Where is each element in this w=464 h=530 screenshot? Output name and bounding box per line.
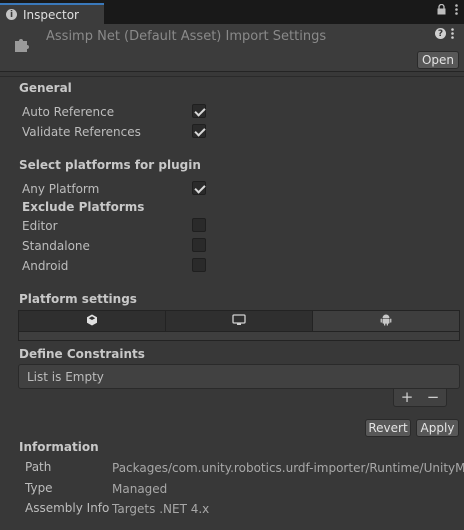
remove-constraint-button[interactable]: − [427,390,440,405]
validate-references-checkbox[interactable] [192,124,206,138]
unity-icon [86,314,98,329]
auto-reference-checkbox[interactable] [192,104,206,118]
exclude-editor-label: Editor [22,219,58,233]
monitor-icon [232,313,246,329]
list-empty-text: List is Empty [27,370,104,384]
platform-settings-title: Platform settings [19,292,137,306]
header-kebab-icon[interactable] [451,28,454,42]
inspector-header: Assimp Net (Default Asset) Import Settin… [0,24,464,72]
validate-references-label: Validate References [22,125,141,139]
tab-bar: i Inspector [0,0,464,24]
platform-tab-android[interactable] [313,311,459,331]
platform-tab-bar [18,310,460,332]
platform-tab-standalone[interactable] [166,311,313,331]
revert-button[interactable]: Revert [365,419,411,437]
tab-inspector[interactable]: i Inspector [0,3,104,24]
any-platform-label: Any Platform [22,182,100,196]
platform-settings-panel [18,332,460,341]
exclude-platforms-title: Exclude Platforms [22,200,145,214]
list-footer: + − [393,389,447,407]
define-constraints-list: List is Empty [18,364,460,389]
header-title: Assimp Net (Default Asset) Import Settin… [46,29,327,44]
info-icon: i [6,9,17,20]
any-platform-checkbox[interactable] [192,181,206,195]
kebab-menu-icon[interactable] [455,4,458,15]
android-icon [380,313,392,329]
general-section-title: General [19,81,72,95]
help-icon[interactable]: ? [435,28,446,39]
type-label: Type [25,481,53,495]
auto-reference-label: Auto Reference [22,105,115,119]
exclude-android-checkbox[interactable] [192,258,206,272]
puzzle-plugin-icon [12,34,32,57]
apply-button[interactable]: Apply [416,419,459,437]
path-value: Packages/com.unity.robotics.urdf-importe… [112,461,464,475]
platform-tab-default[interactable] [19,311,166,331]
add-constraint-button[interactable]: + [401,390,414,405]
exclude-editor-checkbox[interactable] [192,218,206,232]
tab-label: Inspector [23,7,79,22]
divider [0,76,464,77]
path-label: Path [25,460,52,474]
select-platforms-title: Select platforms for plugin [19,158,201,172]
lock-icon[interactable] [437,4,446,15]
define-constraints-title: Define Constraints [19,347,145,361]
exclude-standalone-label: Standalone [22,239,90,253]
assembly-info-label: Assembly Info [25,501,110,515]
information-title: Information [19,440,99,454]
type-value: Managed [112,482,168,496]
open-button[interactable]: Open [417,51,459,69]
assembly-info-value: Targets .NET 4.x [112,502,210,516]
exclude-android-label: Android [22,259,69,273]
exclude-standalone-checkbox[interactable] [192,238,206,252]
